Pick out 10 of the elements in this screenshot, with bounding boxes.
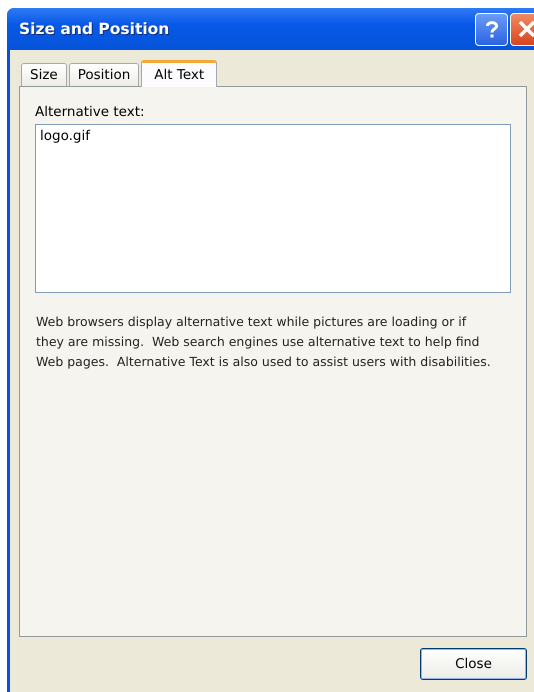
field-label: Alternative text:: [35, 104, 146, 120]
close-button[interactable]: Close: [420, 648, 527, 680]
window-title: Size and Position: [19, 20, 170, 38]
alt-text-field[interactable]: logo.gif: [35, 124, 511, 293]
close-button[interactable]: [510, 12, 534, 46]
tab[interactable]: Alt Text: [141, 60, 218, 87]
tab[interactable]: Position: [68, 63, 140, 86]
tab[interactable]: Size: [21, 63, 67, 86]
help-button[interactable]: [475, 12, 508, 46]
description-text: Web browsers display alternative text while pictures are loading or if they are missing. Web search engines use alternative text to help find Web pages. Alternative Text is also used to assist users with disabilities.: [36, 313, 492, 371]
